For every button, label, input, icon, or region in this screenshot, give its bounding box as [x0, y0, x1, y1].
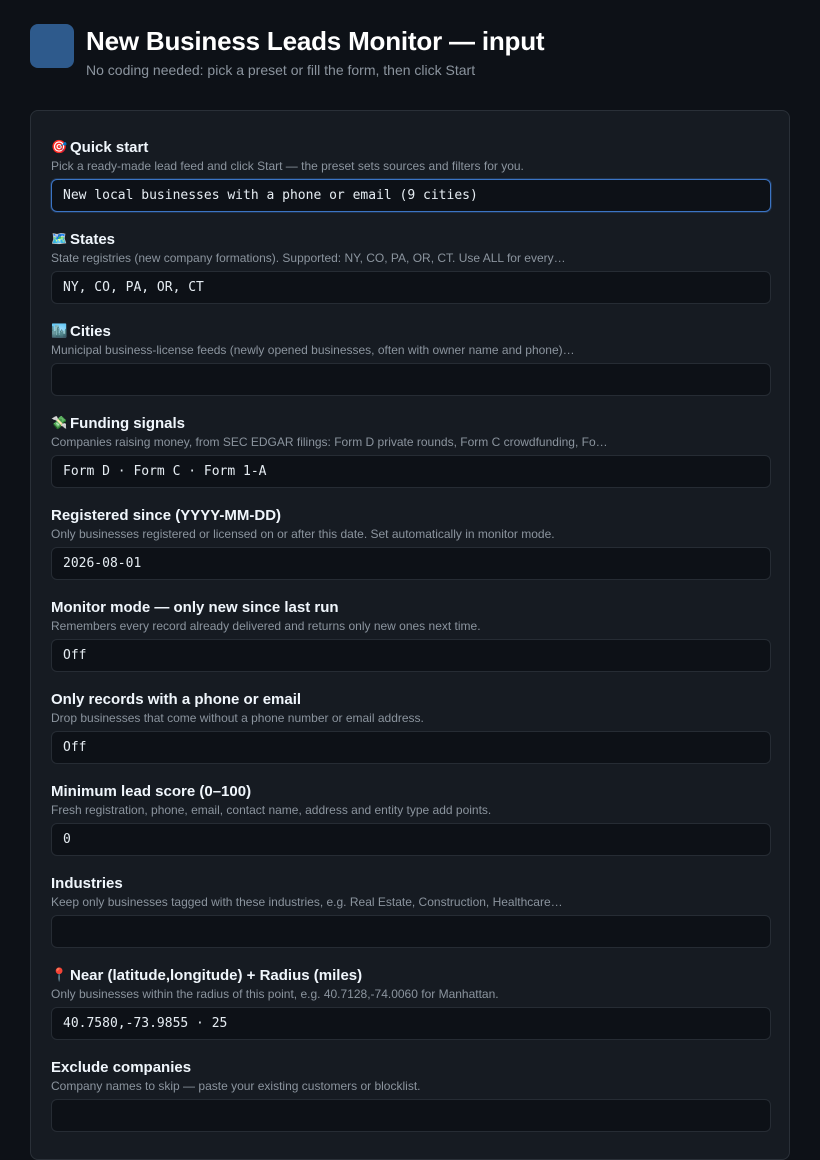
cities-input[interactable]: [51, 363, 771, 396]
map-icon: 🗺️: [51, 231, 68, 246]
field-help: Drop businesses that come without a phon…: [51, 711, 424, 725]
field-help: Only businesses registered or licensed o…: [51, 527, 555, 541]
only-with-contact-select[interactable]: Off: [51, 731, 771, 764]
field-label: Cities: [70, 322, 111, 340]
target-icon: 🎯: [51, 139, 68, 154]
field-funding-signals: 💸 Funding signals Companies raising mone…: [51, 413, 771, 501]
field-help: Pick a ready-made lead feed and click St…: [51, 159, 524, 173]
field-label: Funding signals: [70, 414, 185, 432]
registered-since-input[interactable]: 2026-08-01: [51, 547, 771, 580]
field-label: Near (latitude,longitude) + Radius (mile…: [70, 966, 363, 984]
field-label: States: [70, 230, 116, 248]
field-help: Keep only businesses tagged with these i…: [51, 895, 563, 909]
quick-start-select[interactable]: New local businesses with a phone or ema…: [51, 179, 771, 212]
field-registered-since: Registered since (YYYY-MM-DD) Only busin…: [51, 505, 771, 593]
industries-input[interactable]: [51, 915, 771, 948]
funding-signals-input[interactable]: Form D · Form C · Form 1-A: [51, 455, 771, 488]
field-quick-start: 🎯 Quick start Pick a ready-made lead fee…: [51, 137, 771, 225]
field-states: 🗺️ States State registries (new company …: [51, 229, 771, 317]
page-subtitle: No coding needed: pick a preset or fill …: [86, 62, 476, 78]
field-cities: 🏙️ Cities Municipal business-license fee…: [51, 321, 771, 409]
monitor-mode-select[interactable]: Off: [51, 639, 771, 672]
app-logo: [30, 24, 74, 68]
field-label: Registered since (YYYY-MM-DD): [51, 506, 282, 524]
field-help: Fresh registration, phone, email, contac…: [51, 803, 492, 817]
field-help: State registries (new company formations…: [51, 251, 566, 265]
field-help: Only businesses within the radius of thi…: [51, 987, 499, 1001]
field-label: Quick start: [70, 138, 149, 156]
field-exclude-companies: Exclude companies Company names to skip …: [51, 1057, 771, 1145]
field-label: Exclude companies: [51, 1058, 192, 1076]
money-wings-icon: 💸: [51, 415, 68, 430]
page-header: New Business Leads Monitor — input No co…: [30, 24, 790, 80]
field-label: Monitor mode — only new since last run: [51, 598, 339, 616]
field-help: Municipal business-license feeds (newly …: [51, 343, 575, 357]
field-help: Companies raising money, from SEC EDGAR …: [51, 435, 608, 449]
states-input[interactable]: NY, CO, PA, OR, CT: [51, 271, 771, 304]
exclude-companies-input[interactable]: [51, 1099, 771, 1132]
field-label: Only records with a phone or email: [51, 690, 302, 708]
field-only-with-contact: Only records with a phone or email Drop …: [51, 689, 771, 777]
field-label: Industries: [51, 874, 123, 892]
field-minimum-lead-score: Minimum lead score (0–100) Fresh registr…: [51, 781, 771, 869]
page-title: New Business Leads Monitor — input: [86, 26, 545, 56]
input-form-panel: 🎯 Quick start Pick a ready-made lead fee…: [30, 110, 790, 1160]
field-industries: Industries Keep only businesses tagged w…: [51, 873, 771, 961]
near-radius-input[interactable]: 40.7580,-73.9855 · 25: [51, 1007, 771, 1040]
field-label: Minimum lead score (0–100): [51, 782, 252, 800]
cityscape-icon: 🏙️: [51, 323, 68, 338]
minimum-lead-score-input[interactable]: 0: [51, 823, 771, 856]
field-near-radius: 📍 Near (latitude,longitude) + Radius (mi…: [51, 965, 771, 1053]
pin-icon: 📍: [51, 967, 68, 982]
field-help: Remembers every record already delivered…: [51, 619, 481, 633]
field-help: Company names to skip — paste your exist…: [51, 1079, 421, 1093]
field-monitor-mode: Monitor mode — only new since last run R…: [51, 597, 771, 685]
